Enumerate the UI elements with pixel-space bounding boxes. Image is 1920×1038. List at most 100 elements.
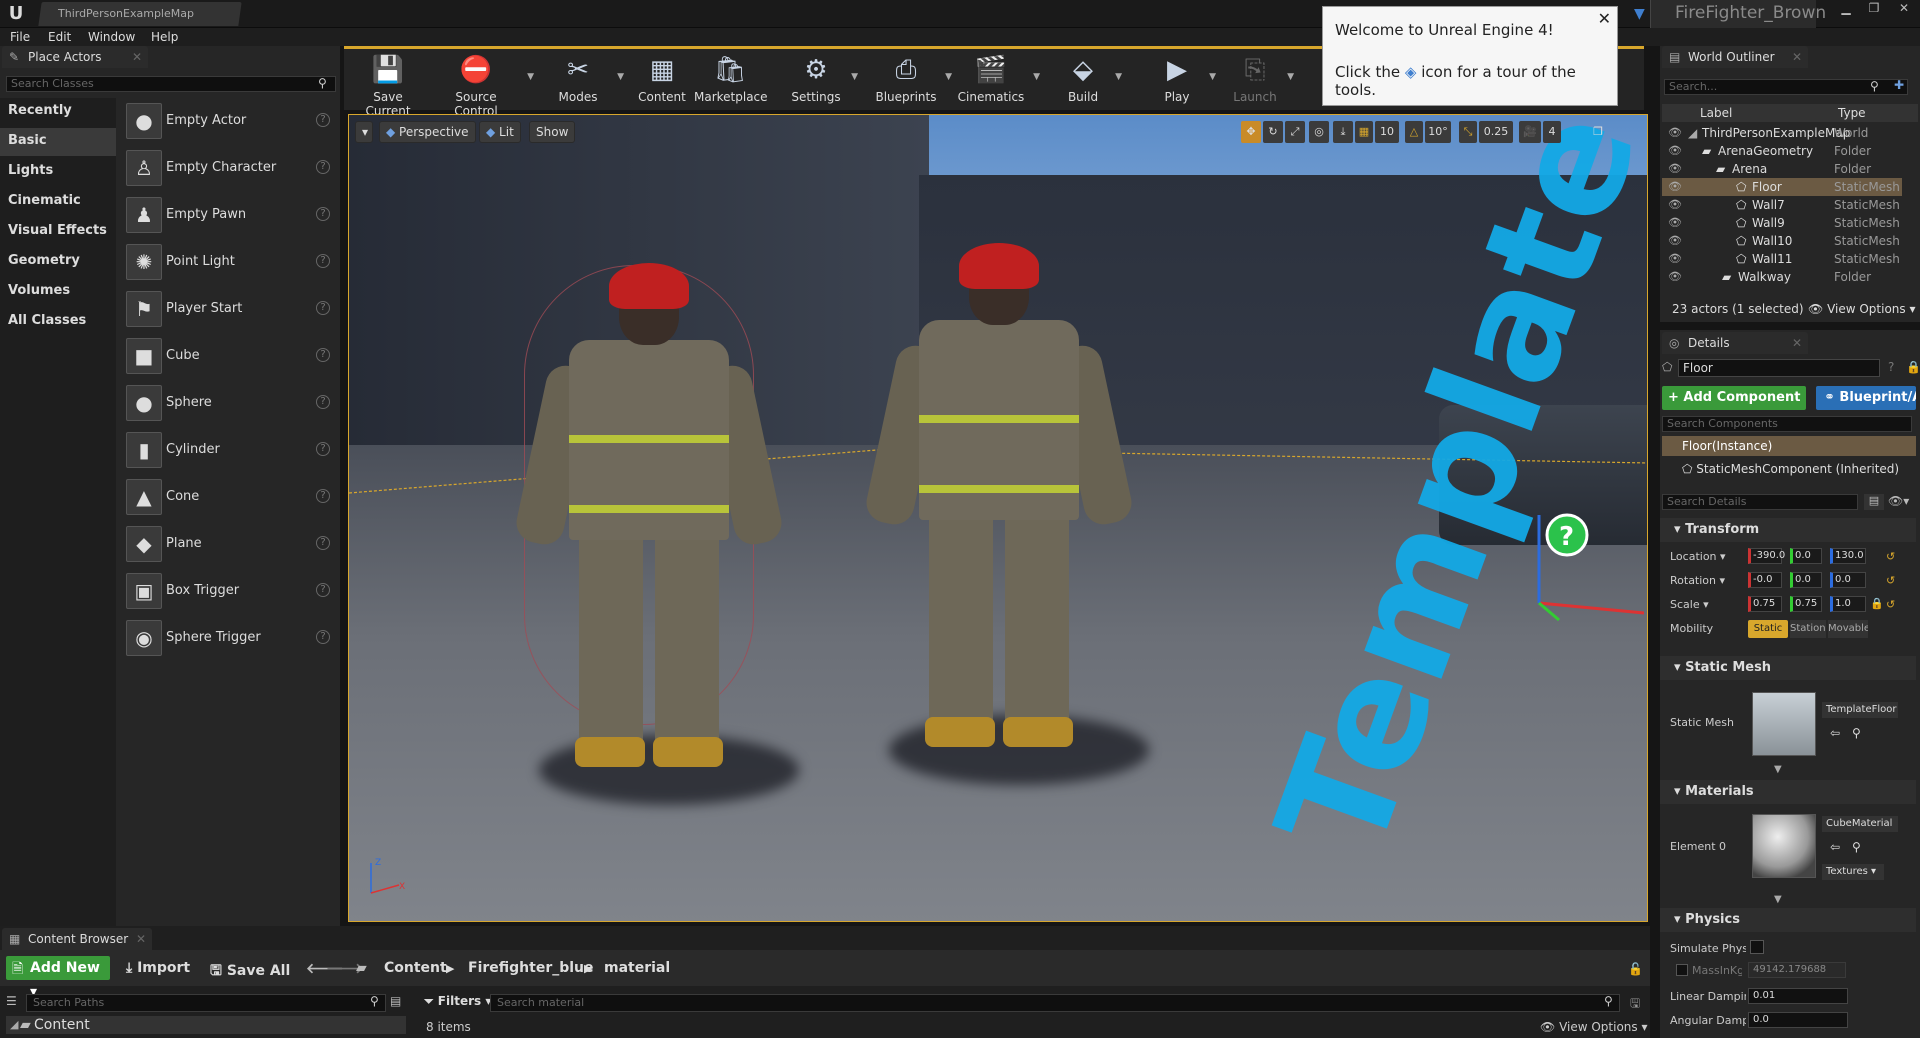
close-button[interactable]: ✕	[1890, 0, 1918, 18]
menu-edit[interactable]: Edit	[48, 28, 71, 46]
chevron-down-icon[interactable]: ▼	[1287, 72, 1294, 82]
location-label[interactable]: Location ▾	[1670, 550, 1726, 563]
breadcrumb-separator-icon[interactable]: ▶	[584, 962, 592, 975]
chevron-down-icon[interactable]: ▼	[1774, 764, 1782, 775]
world-local-icon[interactable]: ◎	[1309, 121, 1329, 143]
grid-snap-value[interactable]: 10	[1375, 121, 1399, 143]
textures-dropdown[interactable]: Textures ▾	[1822, 864, 1884, 880]
material-picker[interactable]: CubeMaterial	[1822, 816, 1898, 832]
use-selected-icon[interactable]: ⇦	[1830, 840, 1840, 854]
chevron-down-icon[interactable]: ▼	[1209, 72, 1216, 82]
category-geometry[interactable]: Geometry	[0, 248, 116, 276]
scale-y-field[interactable]: 0.75	[1790, 596, 1822, 612]
location-x-field[interactable]: -390.0	[1748, 548, 1785, 564]
blueprints-button[interactable]: ⎙ Blueprints ▼	[874, 52, 952, 108]
launch-button[interactable]: ⎘ Launch ▼	[1230, 52, 1294, 108]
category-all-classes[interactable]: All Classes	[0, 308, 116, 336]
scale-x-field[interactable]: 0.75	[1748, 596, 1782, 612]
marketplace-button[interactable]: 🛍 Marketplace	[694, 52, 768, 108]
breadcrumb-separator-icon[interactable]: ▶	[446, 962, 454, 975]
use-selected-icon[interactable]: ⇦	[1830, 726, 1840, 740]
view-options-button[interactable]: 👁 View Options ▾	[1808, 298, 1916, 320]
outliner-row[interactable]: 👁 ⬠ Wall7 StaticMeshActor	[1662, 196, 1902, 214]
perspective-button[interactable]: ◆ Perspective	[379, 121, 476, 143]
actor-name-input[interactable]: Floor	[1678, 359, 1880, 377]
translate-icon[interactable]: ✥	[1241, 121, 1261, 143]
menu-help[interactable]: Help	[151, 28, 178, 46]
maximize-button[interactable]: ❐	[1860, 0, 1888, 18]
breadcrumb-material[interactable]: material	[604, 960, 670, 976]
component-instance-row[interactable]: Floor(Instance)	[1662, 436, 1916, 456]
outliner-row[interactable]: 👁 ⬠ Wall10 StaticMeshActor	[1662, 232, 1902, 250]
camera-speed-icon[interactable]: 🎥	[1519, 121, 1541, 143]
actor-empty-actor[interactable]: ● Empty Actor?	[120, 100, 334, 144]
help-icon[interactable]: ?	[316, 442, 330, 456]
rotation-z-field[interactable]: 0.0	[1830, 572, 1866, 588]
outliner-row[interactable]: 👁 ▰ Walkway Folder	[1662, 268, 1902, 286]
rotation-snap-icon[interactable]: △	[1405, 121, 1423, 143]
rotate-icon[interactable]: ↻	[1263, 121, 1283, 143]
search-details-input[interactable]: Search Details	[1662, 494, 1858, 510]
eye-icon[interactable]: 👁▾	[1888, 494, 1909, 508]
angular-damping-field[interactable]: 0.0	[1748, 1012, 1848, 1028]
type-column-header[interactable]: Type	[1838, 106, 1866, 120]
add-folder-icon[interactable]: ✚	[1894, 78, 1904, 92]
save-search-icon[interactable]: 🖫	[1630, 994, 1640, 1015]
add-component-button[interactable]: + Add Component ▾	[1662, 386, 1806, 429]
level-viewport[interactable]: Template ? Z	[348, 114, 1648, 922]
firefighter[interactable]	[862, 243, 1149, 785]
feedback-icon[interactable]: ▼	[1634, 6, 1645, 22]
modes-button[interactable]: ✂ Modes ▼	[546, 52, 624, 108]
lock-icon[interactable]: 🔓	[1628, 962, 1643, 976]
chevron-down-icon[interactable]: ▼	[1774, 894, 1782, 905]
lock-icon[interactable]: 🔒	[1870, 597, 1884, 610]
actor-empty-character[interactable]: ♙ Empty Character?	[120, 147, 334, 191]
category-basic[interactable]: Basic	[0, 128, 116, 156]
property-matrix-icon[interactable]: ▤	[1864, 494, 1884, 510]
actor-point-light[interactable]: ✺ Point Light?	[120, 241, 334, 285]
outliner-row[interactable]: 👁 ◢ ThirdPersonExampleMap World	[1662, 124, 1902, 142]
settings-button[interactable]: ⚙ Settings ▼	[788, 52, 858, 108]
search-classes-input[interactable]: Search Classes	[6, 76, 336, 92]
lock-icon[interactable]: 🔒	[1906, 360, 1920, 374]
help-icon[interactable]: ?	[316, 254, 330, 268]
sources-toggle-icon[interactable]: ☰	[6, 994, 17, 1008]
eye-icon[interactable]: 👁	[1668, 160, 1682, 178]
camera-speed-value[interactable]: 4	[1543, 121, 1561, 143]
minimize-button[interactable]: ▁	[1832, 0, 1860, 18]
help-icon[interactable]: ?	[316, 630, 330, 644]
close-icon[interactable]: ✕	[136, 928, 146, 950]
chevron-down-icon[interactable]: ▼	[617, 72, 624, 82]
viewport-options-button[interactable]: ▾	[355, 121, 373, 143]
chevron-down-icon[interactable]: ▼	[851, 72, 858, 82]
chevron-down-icon[interactable]: ▼	[527, 72, 534, 82]
eye-icon[interactable]: 👁	[1668, 178, 1682, 196]
category-lights[interactable]: Lights	[0, 158, 116, 186]
show-button[interactable]: Show	[529, 121, 576, 143]
eye-icon[interactable]: 👁	[1668, 232, 1682, 250]
help-icon[interactable]: ?	[316, 536, 330, 550]
reset-icon[interactable]: ↺	[1886, 574, 1895, 587]
help-icon[interactable]: ?	[316, 489, 330, 503]
eye-icon[interactable]: 👁	[1668, 268, 1682, 286]
eye-icon[interactable]: 👁	[1668, 250, 1682, 268]
help-icon[interactable]: ?	[316, 207, 330, 221]
actor-cube[interactable]: ■ Cube?	[120, 335, 334, 379]
view-list-icon[interactable]: ▤	[390, 994, 401, 1008]
grid-snap-icon[interactable]: ▦	[1355, 121, 1373, 143]
search-components-input[interactable]: Search Components	[1662, 416, 1912, 432]
category-visual-effects[interactable]: Visual Effects	[0, 218, 116, 246]
world-outliner-tab[interactable]: ▤ World Outliner ✕	[1662, 46, 1808, 68]
reset-icon[interactable]: ↺	[1886, 598, 1895, 611]
location-y-field[interactable]: 0.0	[1790, 548, 1822, 564]
simulate-physics-checkbox[interactable]	[1750, 940, 1764, 954]
browse-icon[interactable]: ⚲	[1852, 726, 1861, 740]
material-thumbnail[interactable]	[1752, 814, 1816, 878]
help-icon[interactable]: ?	[316, 113, 330, 127]
source-control-button[interactable]: ⛔ Source Control ▼	[432, 52, 534, 118]
label-column-header[interactable]: Label	[1700, 106, 1732, 120]
content-button[interactable]: ▦ Content	[632, 52, 692, 108]
location-z-field[interactable]: 130.0	[1830, 548, 1866, 564]
close-icon[interactable]: ✕	[1792, 332, 1802, 354]
mobility-stationary-option[interactable]: Stationary	[1790, 620, 1826, 638]
